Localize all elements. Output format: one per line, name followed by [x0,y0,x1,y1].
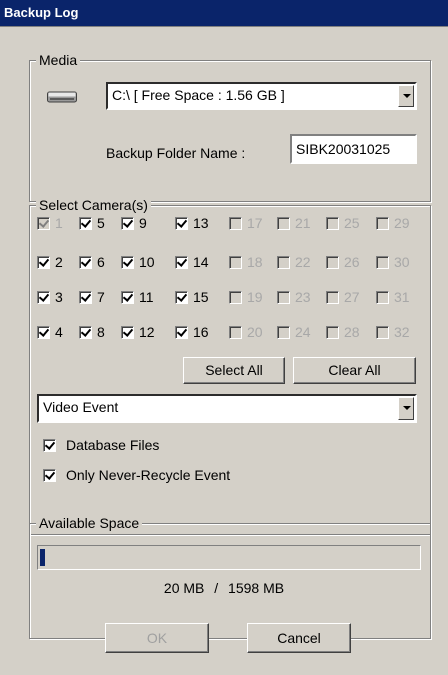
camera-checkbox-19[interactable] [229,291,242,304]
space-readout: 20 MB / 1598 MB [0,580,448,596]
hard-drive-icon [47,91,77,103]
space-progress-bar [37,545,421,570]
camera-checkbox-6[interactable] [79,256,92,269]
camera-checkbox-17[interactable] [229,217,242,230]
camera-checkbox-26[interactable] [326,256,339,269]
camera-label-20: 20 [247,324,263,340]
chevron-down-icon[interactable] [398,397,414,420]
camera-label-24: 24 [295,324,311,340]
chevron-down-icon[interactable] [398,85,414,107]
camera-checkbox-31[interactable] [376,291,389,304]
camera-checkbox-3[interactable] [37,291,50,304]
backup-folder-field[interactable] [292,136,415,162]
camera-label-2: 2 [55,254,63,270]
space-progress-fill [40,549,45,566]
camera-checkbox-10[interactable] [121,256,134,269]
backup-folder-input[interactable] [290,134,417,164]
camera-label-21: 21 [295,215,311,231]
title-bar[interactable]: Backup Log [0,0,448,27]
media-legend: Media [36,52,81,68]
backup-folder-label: Backup Folder Name : [106,145,246,161]
camera-label-12: 12 [139,324,155,340]
camera-label-15: 15 [193,289,209,305]
camera-checkbox-20[interactable] [229,326,242,339]
cancel-button[interactable]: Cancel [247,623,351,653]
camera-label-26: 26 [344,254,360,270]
camera-checkbox-8[interactable] [79,326,92,339]
backup-log-dialog: Media C:\ [ Free Space : 1.56 GB ] Backu… [0,27,448,675]
camera-checkbox-7[interactable] [79,291,92,304]
camera-label-6: 6 [97,254,105,270]
camera-label-3: 3 [55,289,63,305]
camera-checkbox-9[interactable] [121,217,134,230]
database-files-checkbox[interactable] [43,439,56,452]
camera-label-11: 11 [139,289,154,305]
camera-label-30: 30 [394,254,410,270]
camera-label-29: 29 [394,215,410,231]
never-recycle-label: Only Never-Recycle Event [66,467,231,483]
never-recycle-checkbox[interactable] [43,469,56,482]
camera-checkbox-32[interactable] [376,326,389,339]
camera-label-9: 9 [139,215,147,231]
camera-label-19: 19 [247,289,263,305]
camera-checkbox-12[interactable] [121,326,134,339]
camera-checkbox-25[interactable] [326,217,339,230]
camera-checkbox-4[interactable] [37,326,50,339]
camera-checkbox-1[interactable] [37,217,50,230]
drive-select-value: C:\ [ Free Space : 1.56 GB ] [112,87,285,103]
camera-label-25: 25 [344,215,360,231]
camera-checkbox-23[interactable] [277,291,290,304]
camera-checkbox-14[interactable] [175,256,188,269]
space-total: 1598 MB [228,580,285,596]
camera-legend: Select Camera(s) [36,197,151,213]
camera-label-23: 23 [295,289,311,305]
camera-label-27: 27 [344,289,360,305]
camera-label-28: 28 [344,324,360,340]
ok-button[interactable]: OK [105,623,209,653]
camera-label-14: 14 [193,254,209,270]
camera-label-17: 17 [247,215,263,231]
event-type-select[interactable]: Video Event [37,394,417,423]
select-all-button[interactable]: Select All [183,357,285,384]
camera-checkbox-30[interactable] [376,256,389,269]
camera-checkbox-29[interactable] [376,217,389,230]
camera-label-7: 7 [97,289,105,305]
event-type-value: Video Event [43,399,119,415]
camera-label-4: 4 [55,324,63,340]
camera-label-18: 18 [247,254,263,270]
space-legend: Available Space [36,515,143,531]
camera-checkbox-15[interactable] [175,291,188,304]
camera-label-1: 1 [55,215,63,231]
camera-label-8: 8 [97,324,105,340]
clear-all-button[interactable]: Clear All [293,357,416,384]
camera-label-22: 22 [295,254,311,270]
camera-checkbox-27[interactable] [326,291,339,304]
camera-checkbox-21[interactable] [277,217,290,230]
camera-label-5: 5 [97,215,105,231]
camera-label-16: 16 [193,324,209,340]
camera-checkbox-18[interactable] [229,256,242,269]
camera-checkbox-28[interactable] [326,326,339,339]
camera-checkbox-11[interactable] [121,291,134,304]
space-used: 20 MB [163,580,205,596]
database-files-label: Database Files [66,437,160,453]
camera-checkbox-24[interactable] [277,326,290,339]
camera-label-13: 13 [193,215,209,231]
camera-checkbox-5[interactable] [79,217,92,230]
camera-checkbox-2[interactable] [37,256,50,269]
window-title: Backup Log [4,5,79,20]
camera-checkbox-16[interactable] [175,326,188,339]
camera-checkbox-22[interactable] [277,256,290,269]
camera-label-31: 31 [394,289,410,305]
drive-select[interactable]: C:\ [ Free Space : 1.56 GB ] [106,82,417,110]
camera-checkbox-13[interactable] [175,217,188,230]
camera-label-10: 10 [139,254,155,270]
space-separator: / [214,580,219,596]
camera-label-32: 32 [394,324,410,340]
